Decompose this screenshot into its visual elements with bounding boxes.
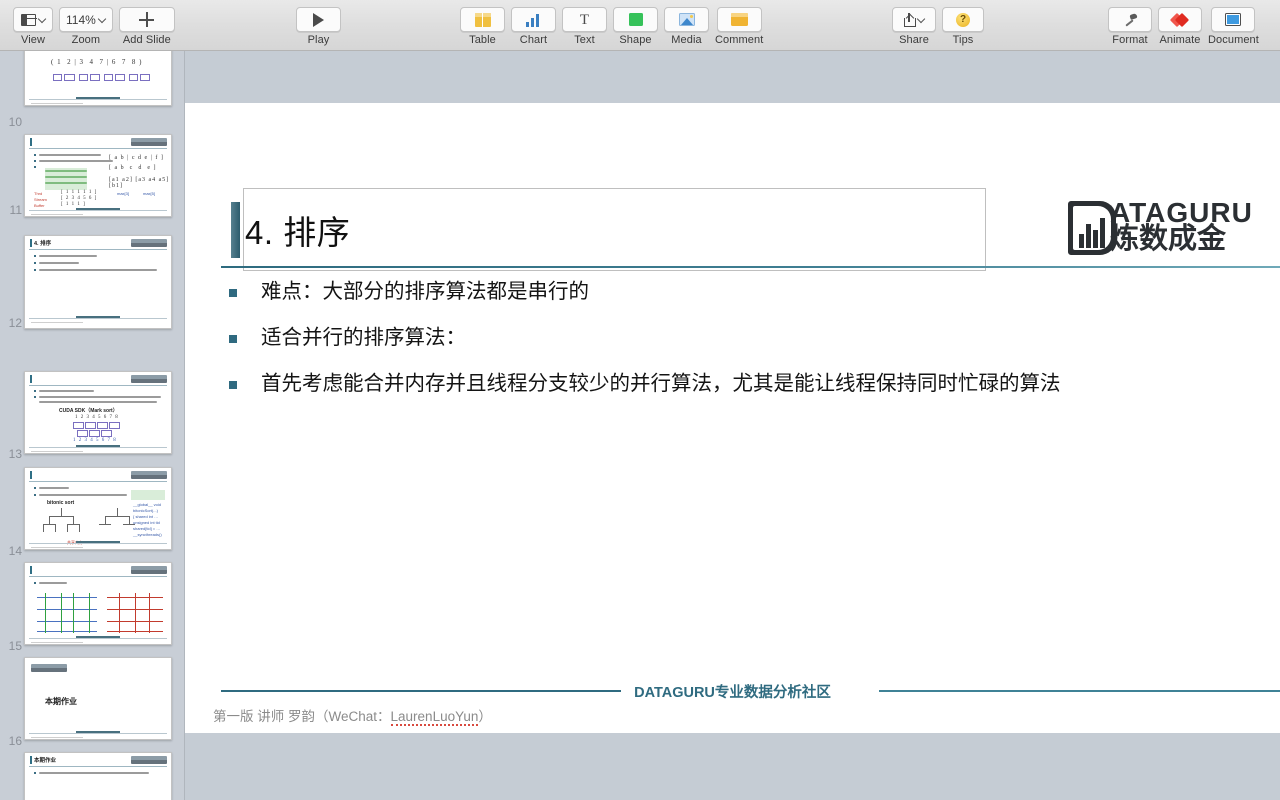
footer-credit: 第一版 讲师 罗韵（WeChat：LaurenLuoYun）: [213, 705, 492, 726]
green-square-icon: [628, 13, 643, 26]
share-button[interactable]: Share: [892, 0, 936, 46]
thumb-title: 本期作业: [45, 697, 77, 706]
chart-button[interactable]: Chart: [511, 0, 556, 46]
list-item: 难点：大部分的排序算法都是串行的: [229, 277, 1249, 307]
text-T-icon: T: [579, 11, 590, 28]
slide-thumbnail[interactable]: 本期作业: [24, 657, 172, 740]
zoom-label: Zoom: [71, 34, 101, 46]
slide-thumbnail[interactable]: CUDA SDK（Mark sort） 1 2 3 4 5 6 7 8 1 2 …: [24, 371, 172, 454]
bullet-list[interactable]: 难点：大部分的排序算法都是串行的 适合并行的排序算法： 首先考虑能合并内存并且线…: [229, 277, 1249, 416]
media-button[interactable]: Media: [664, 0, 709, 46]
animate-label: Animate: [1159, 34, 1201, 46]
slide-thumbnail-item[interactable]: 10 ( 1 2 | 3 4 7 | 6 7 8 ): [0, 51, 185, 147]
footer-credit-suffix: ）: [478, 709, 492, 724]
play-triangle-icon: [313, 12, 324, 27]
thumb-title: 4. 排序: [34, 241, 52, 247]
slide-number: 11: [9, 203, 22, 217]
bullet-square-icon: [229, 335, 237, 344]
text-button[interactable]: T Text: [562, 0, 607, 46]
play-label: Play: [307, 34, 330, 46]
table-icon: [474, 12, 491, 27]
chevron-down-icon: [99, 16, 106, 23]
shape-label: Shape: [619, 34, 652, 46]
bullet-square-icon: [229, 289, 237, 297]
table-label: Table: [469, 34, 496, 46]
slide-thumbnail[interactable]: bitonic sort __global__ void bitonicSort…: [24, 467, 172, 550]
zoom-button[interactable]: 114% Zoom: [59, 0, 113, 46]
toolbar-insert-group: Table Chart T Text Shape Media Comment: [457, 0, 766, 51]
format-label: Format: [1112, 34, 1148, 46]
paintbrush-icon: [1122, 13, 1138, 27]
slide-thumbnail[interactable]: 4. 排序: [24, 235, 172, 329]
tips-label: Tips: [952, 34, 974, 46]
list-item: 首先考虑能合并内存并且线程分支较少的并行算法，尤其是能让线程保持同时忙碌的算法: [229, 369, 1249, 399]
media-label: Media: [671, 34, 702, 46]
title-accent-bar: [231, 202, 240, 258]
tips-button[interactable]: ? Tips: [942, 0, 984, 46]
text-label: Text: [574, 34, 595, 46]
shape-button[interactable]: Shape: [613, 0, 658, 46]
bullet-text: 首先考虑能合并内存并且线程分支较少的并行算法，尤其是能让线程保持同时忙碌的算法: [261, 372, 1061, 396]
footer-brand: DATAGURU专业数据分析社区: [634, 685, 831, 701]
chevron-down-icon: [918, 16, 925, 23]
dataguru-logo: ATAGURU 炼数成金: [1068, 199, 1280, 257]
slide-thumbnail[interactable]: 本期作业: [24, 752, 172, 800]
slide-thumbnail[interactable]: Thrd Stream Buffer [ 1 1 1 1 1 ] [ 2 3 4…: [24, 134, 172, 217]
bullet-square-icon: [229, 381, 237, 390]
document-icon: [1225, 13, 1242, 26]
photo-icon: [678, 13, 695, 26]
slide-navigator[interactable]: 10 ( 1 2 | 3 4 7 | 6 7 8 ) 11 Thrd Strea…: [0, 51, 185, 800]
chart-label: Chart: [519, 34, 548, 46]
view-button[interactable]: View: [13, 0, 53, 46]
comment-button[interactable]: Comment: [715, 0, 763, 46]
animate-button[interactable]: Animate: [1158, 0, 1202, 46]
footer-credit-wechat: LaurenLuoYun: [390, 709, 479, 726]
comment-label: Comment: [715, 34, 764, 46]
slide-number: 16: [8, 734, 22, 748]
footer-credit-prefix: 第一版 讲师 罗韵（WeChat：: [213, 709, 391, 724]
format-button[interactable]: Format: [1108, 0, 1152, 46]
sticky-note-icon: [730, 13, 748, 26]
slide-number: 13: [8, 447, 22, 461]
toolbar-inspector-group: Format Animate Document: [1105, 0, 1262, 51]
document-label: Document: [1208, 34, 1259, 46]
toolbar-play-group: Play: [293, 0, 344, 51]
keynote-window: View 114% Zoom Add Slide Play Table Char…: [0, 0, 1280, 800]
diamonds-icon: [1169, 12, 1189, 27]
add-slide-label: Add Slide: [122, 34, 171, 46]
list-item: 适合并行的排序算法：: [229, 323, 1249, 353]
page-title: 4. 排序: [245, 214, 351, 251]
bullet-text: 难点：大部分的排序算法都是串行的: [261, 280, 589, 303]
logo-text-cn: 炼数成金: [1110, 223, 1227, 255]
slide-canvas[interactable]: 4. 排序 ATAGURU 炼数成金 难点：大部分的排序算法都是串行的 适合并行…: [185, 51, 1280, 800]
share-upload-icon: [903, 12, 916, 27]
current-slide[interactable]: 4. 排序 ATAGURU 炼数成金 难点：大部分的排序算法都是串行的 适合并行…: [185, 103, 1280, 733]
toolbar-share-group: Share ? Tips: [889, 0, 987, 51]
plus-icon: [139, 12, 155, 27]
slide-number: 12: [8, 316, 22, 330]
bar-chart-icon: [525, 13, 542, 27]
logo-bars-icon: [1079, 214, 1107, 248]
view-label: View: [20, 34, 46, 46]
document-button[interactable]: Document: [1208, 0, 1259, 46]
main-toolbar: View 114% Zoom Add Slide Play Table Char…: [0, 0, 1280, 51]
share-label: Share: [899, 34, 929, 46]
toolbar-left-group: View 114% Zoom Add Slide: [10, 0, 178, 51]
play-button[interactable]: Play: [296, 0, 341, 46]
slide-number: 14: [8, 544, 22, 558]
question-mark-icon: ?: [956, 12, 970, 27]
slide-number: 10: [8, 115, 22, 129]
title-divider: [221, 266, 1280, 269]
zoom-value: 114%: [66, 12, 96, 27]
chevron-down-icon: [39, 16, 46, 23]
bullet-text: 适合并行的排序算法：: [261, 326, 466, 350]
slide-number: 15: [8, 639, 22, 653]
slide-thumbnail[interactable]: [24, 562, 172, 645]
slide-thumbnail[interactable]: ( 1 2 | 3 4 7 | 6 7 8 ): [24, 51, 172, 106]
view-layout-icon: [20, 13, 37, 26]
thumb-title: 本期作业: [34, 758, 57, 764]
title-textbox[interactable]: [243, 188, 986, 271]
add-slide-button[interactable]: Add Slide: [118, 0, 175, 46]
table-button[interactable]: Table: [460, 0, 505, 46]
